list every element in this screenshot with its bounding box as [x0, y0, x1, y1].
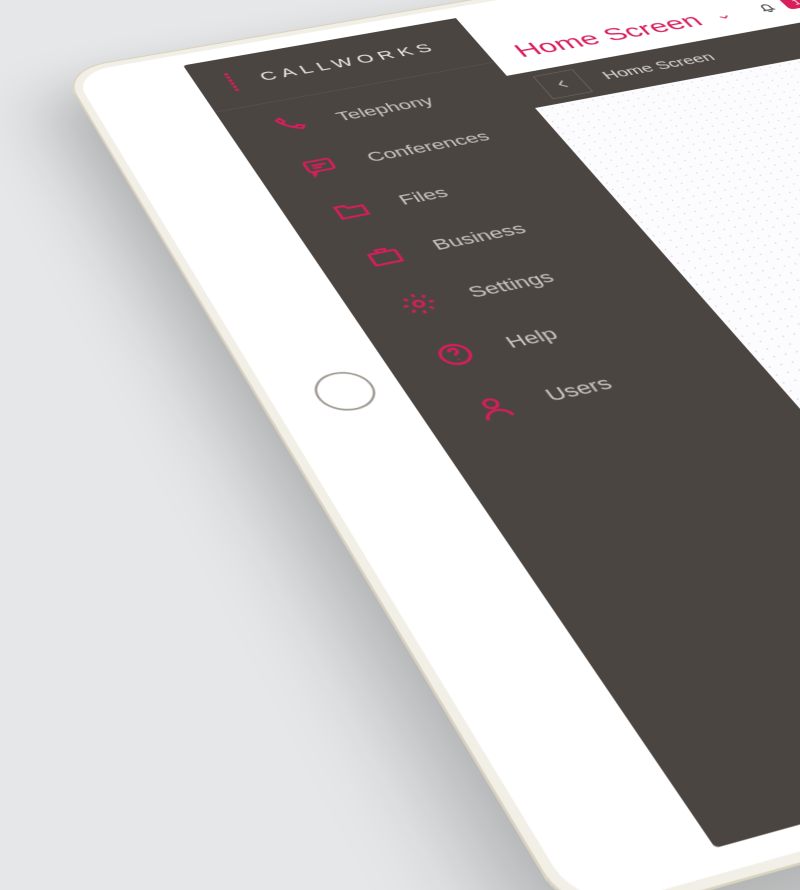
sidebar-item-label: Conferences — [363, 128, 494, 165]
help-icon — [422, 335, 489, 374]
sidebar-item-label: Business — [428, 220, 530, 254]
notification-badge[interactable]: 144 — [778, 0, 800, 10]
user-icon — [460, 388, 529, 429]
sidebar-item-label: Settings — [464, 268, 559, 302]
chat-icon — [291, 151, 350, 183]
briefcase-icon — [353, 238, 415, 273]
brand-dots-icon: ● ● ●● ● ● — [223, 71, 255, 93]
gear-icon — [387, 285, 451, 322]
chevron-down-icon[interactable]: ⌄ — [708, 8, 737, 23]
bell-icon[interactable] — [752, 0, 782, 14]
sidebar-item-label: Files — [395, 184, 453, 208]
folder-icon — [321, 194, 381, 227]
back-button[interactable] — [533, 69, 594, 99]
tablet-frame: ● ● ●● ● ● CALLWORKS Telephony — [60, 0, 800, 890]
sidebar-item-label: Users — [540, 373, 617, 406]
sidebar-item-label: Help — [501, 324, 563, 352]
phone-icon — [262, 111, 319, 141]
sidebar-item-label: Telephony — [332, 93, 437, 124]
